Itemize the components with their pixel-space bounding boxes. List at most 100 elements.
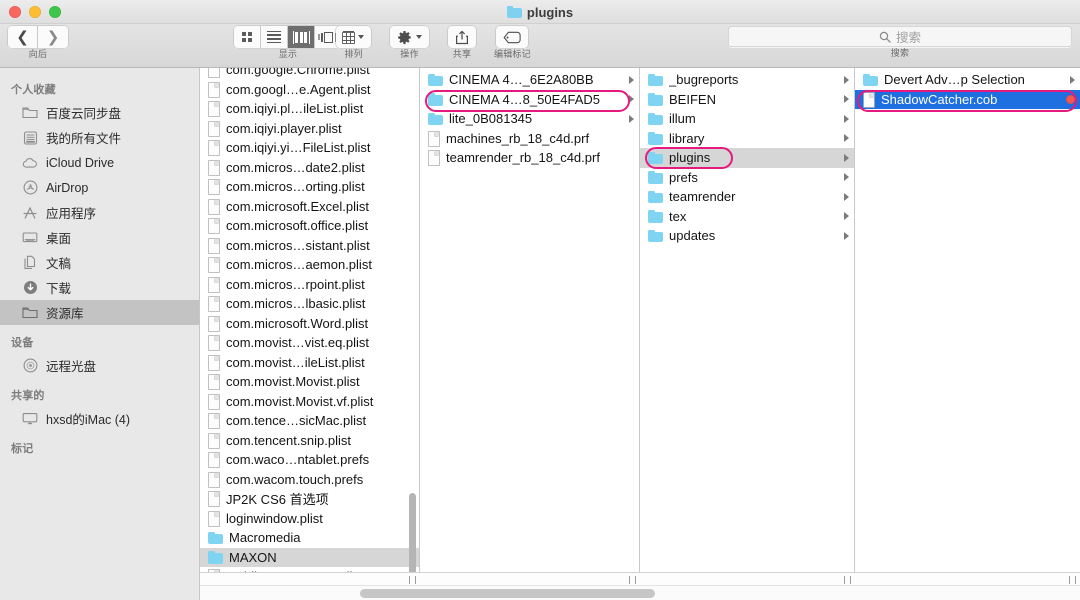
file-name: machines_rb_18_c4d.prf	[446, 130, 590, 146]
disclosure-arrow-icon[interactable]	[844, 192, 849, 201]
search-field[interactable]: 搜索	[728, 26, 1072, 47]
file-list-item[interactable]: teamrender	[640, 187, 854, 207]
file-list-item[interactable]: updates	[640, 226, 854, 246]
disclosure-arrow-icon[interactable]	[844, 231, 849, 240]
sidebar-section-favorites-header: 个人收藏	[11, 84, 56, 96]
column-resize-handle[interactable]	[420, 573, 640, 586]
file-list-item[interactable]: com.movist.Movist.vf.plist	[200, 392, 419, 412]
column-view-button[interactable]	[288, 26, 315, 48]
file-list-item[interactable]: illum	[640, 109, 854, 129]
list-view-button[interactable]	[261, 26, 288, 48]
file-list-item[interactable]: teamrender_rb_18_c4d.prf	[420, 148, 639, 168]
file-list-item[interactable]: com.microsoft.office.plist	[200, 216, 419, 236]
column-scrollbar[interactable]	[409, 493, 416, 572]
horizontal-scrollbar[interactable]	[200, 585, 1080, 600]
file-list-item[interactable]: com.microsoft.Word.plist	[200, 314, 419, 334]
tags-group: 编辑标记	[494, 26, 531, 59]
file-list-item[interactable]: com.google.Chrome.plist	[200, 68, 419, 80]
arrange-button[interactable]	[336, 26, 372, 48]
file-list-item[interactable]: com.movist.Movist.plist	[200, 372, 419, 392]
sidebar-item-desktop[interactable]: 桌面	[0, 225, 199, 250]
file-name: CINEMA 4…_6E2A80BB	[449, 72, 594, 88]
column-resize-handle[interactable]	[200, 573, 420, 586]
file-list-item[interactable]: com.micros…orting.plist	[200, 177, 419, 197]
file-list-item[interactable]: Macromedia	[200, 528, 419, 548]
library-column[interactable]: com.google.Chrome.plist com.googl…e.Agent…	[200, 68, 420, 572]
disclosure-arrow-icon[interactable]	[629, 75, 634, 84]
back-button[interactable]: ❮	[8, 26, 38, 48]
chevron-left-icon: ❮	[16, 28, 29, 46]
sidebar-item-documents[interactable]: 文稿	[0, 250, 199, 275]
document-icon	[208, 453, 220, 468]
forward-button[interactable]: ❯	[38, 26, 68, 48]
file-list-item[interactable]: CINEMA 4…8_50E4FAD5	[420, 90, 639, 110]
icon-view-button[interactable]	[234, 26, 261, 48]
document-icon	[208, 336, 220, 351]
edit-tags-button[interactable]	[496, 26, 529, 48]
file-list-item[interactable]: com.movist…ileList.plist	[200, 353, 419, 373]
column-resize-handle[interactable]	[640, 573, 855, 586]
sidebar-item-airdrop[interactable]: AirDrop	[0, 175, 199, 200]
sidebar-item-library[interactable]: 资源库	[0, 300, 199, 325]
file-list-item[interactable]: com.micros…date2.plist	[200, 158, 419, 178]
horizontal-scroll-thumb[interactable]	[360, 589, 655, 599]
sidebar-item-baidu-sync[interactable]: 百度云同步盘	[0, 100, 199, 125]
cinema4d-column[interactable]: _bugreports BEIFEN illum library plugins pref…	[640, 68, 855, 572]
file-name: updates	[669, 228, 716, 244]
file-name: com.micros…lbasic.plist	[226, 296, 366, 312]
file-list-item[interactable]: com.iqiyi.pl…ileList.plist	[200, 99, 419, 119]
file-list-item[interactable]: prefs	[640, 168, 854, 188]
sidebar-item-hxsd-imac[interactable]: hxsd的iMac (4)	[0, 406, 199, 431]
file-list-item[interactable]: CINEMA 4…_6E2A80BB	[420, 70, 639, 90]
disclosure-arrow-icon[interactable]	[844, 153, 849, 162]
red-tag-dot	[1066, 94, 1075, 104]
disclosure-arrow-icon[interactable]	[1070, 75, 1075, 84]
sidebar-item-all-my-files[interactable]: 我的所有文件	[0, 125, 199, 150]
disclosure-arrow-icon[interactable]	[844, 114, 849, 123]
file-list-item[interactable]: com.iqiyi.player.plist	[200, 119, 419, 139]
file-list-item[interactable]: com.iqiyi.yi…FileList.plist	[200, 138, 419, 158]
maxon-column[interactable]: CINEMA 4…_6E2A80BB CINEMA 4…8_50E4FAD5 lit…	[420, 68, 640, 572]
grid-icon	[242, 32, 252, 42]
plugins-column[interactable]: Devert Adv…p Selection ShadowCatcher.cob	[855, 68, 1080, 572]
file-list-item[interactable]: com.tence…sicMac.plist	[200, 411, 419, 431]
disclosure-arrow-icon[interactable]	[844, 95, 849, 104]
file-list-item[interactable]: com.wacom.touch.prefs	[200, 470, 419, 490]
sidebar-item-applications[interactable]: 应用程序	[0, 200, 199, 225]
file-list-item[interactable]: library	[640, 129, 854, 149]
file-list-item[interactable]: com.waco…ntablet.prefs	[200, 450, 419, 470]
file-list-item[interactable]: tex	[640, 207, 854, 227]
action-button[interactable]	[390, 26, 429, 48]
file-list-item[interactable]: loginwindow.plist	[200, 509, 419, 529]
file-list-item[interactable]: MAXON	[200, 547, 419, 567]
file-list-item[interactable]: com.tencent.snip.plist	[200, 431, 419, 451]
file-list-item[interactable]: com.micros…sistant.plist	[200, 236, 419, 256]
disclosure-arrow-icon[interactable]	[844, 212, 849, 221]
file-list-item[interactable]: com.micros…aemon.plist	[200, 255, 419, 275]
disclosure-arrow-icon[interactable]	[844, 134, 849, 143]
file-list-item[interactable]: BEIFEN	[640, 90, 854, 110]
document-icon	[208, 297, 220, 312]
sidebar-item-icloud-drive[interactable]: iCloud Drive	[0, 150, 199, 175]
share-button[interactable]	[448, 26, 476, 48]
file-list-item[interactable]: plugins	[640, 148, 854, 168]
sidebar-item-downloads[interactable]: 下载	[0, 275, 199, 300]
column-resize-handle[interactable]	[855, 573, 1080, 586]
file-list-item[interactable]: com.microsoft.Excel.plist	[200, 197, 419, 217]
file-list-item[interactable]: com.micros…lbasic.plist	[200, 294, 419, 314]
file-list-item[interactable]: com.micros…rpoint.plist	[200, 275, 419, 295]
disclosure-arrow-icon[interactable]	[629, 114, 634, 123]
file-list-item[interactable]: Devert Adv…p Selection	[855, 70, 1080, 90]
file-list-item[interactable]: machines_rb_18_c4d.prf	[420, 129, 639, 149]
file-list-item[interactable]: _bugreports	[640, 70, 854, 90]
file-list-item[interactable]: com.movist…vist.eq.plist	[200, 333, 419, 353]
sidebar-item-remote-disc[interactable]: 远程光盘	[0, 353, 199, 378]
document-icon	[208, 433, 220, 448]
file-list-item[interactable]: com.googl…e.Agent.plist	[200, 80, 419, 100]
disclosure-arrow-icon[interactable]	[629, 95, 634, 104]
file-list-item[interactable]: JP2K CS6 首选项	[200, 489, 419, 509]
file-list-item[interactable]: lite_0B081345	[420, 109, 639, 129]
file-list-item[interactable]: ShadowCatcher.cob	[855, 89, 1080, 109]
disclosure-arrow-icon[interactable]	[844, 75, 849, 84]
disclosure-arrow-icon[interactable]	[844, 173, 849, 182]
